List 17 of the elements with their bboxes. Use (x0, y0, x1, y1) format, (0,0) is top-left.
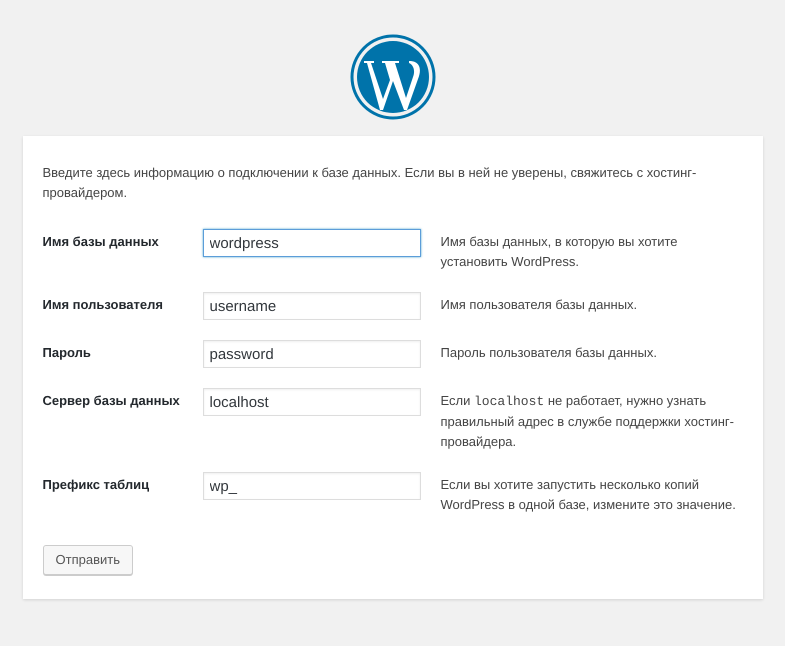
intro-text: Введите здесь информацию о подключении к базе данных. Если вы в ней не уверены, свяжитесь с хостинг-провайдером. (42, 164, 698, 202)
field-label: Имя пользователя (42, 296, 164, 314)
field-hint: Если localhost не работает, нужно узнать правильный адрес в службе поддержки хостинг-провайдера. (440, 392, 735, 451)
field-label: Префикс таблиц (42, 476, 150, 494)
field-label: Имя базы данных (42, 233, 160, 251)
input-field[interactable]: localhost (202, 388, 420, 416)
field-hint: Имя пользователя базы данных. (440, 296, 638, 314)
input-field[interactable]: username (202, 292, 420, 320)
input-field[interactable]: wordpress (202, 229, 420, 257)
field-hint: Имя базы данных, в которую вы хотите установить WordPress. (440, 233, 679, 271)
input-field[interactable]: password (202, 340, 420, 368)
field-label: Сервер базы данных (42, 392, 181, 410)
field-label: Пароль (42, 344, 92, 362)
field-hint: Пароль пользователя базы данных. (440, 344, 658, 362)
input-field[interactable]: wp_ (202, 472, 420, 500)
submit-button[interactable]: Отправить (42, 545, 133, 575)
field-hint: Если вы хотите запустить несколько копий WordPress в одной базе, измените это значение. (440, 476, 737, 514)
